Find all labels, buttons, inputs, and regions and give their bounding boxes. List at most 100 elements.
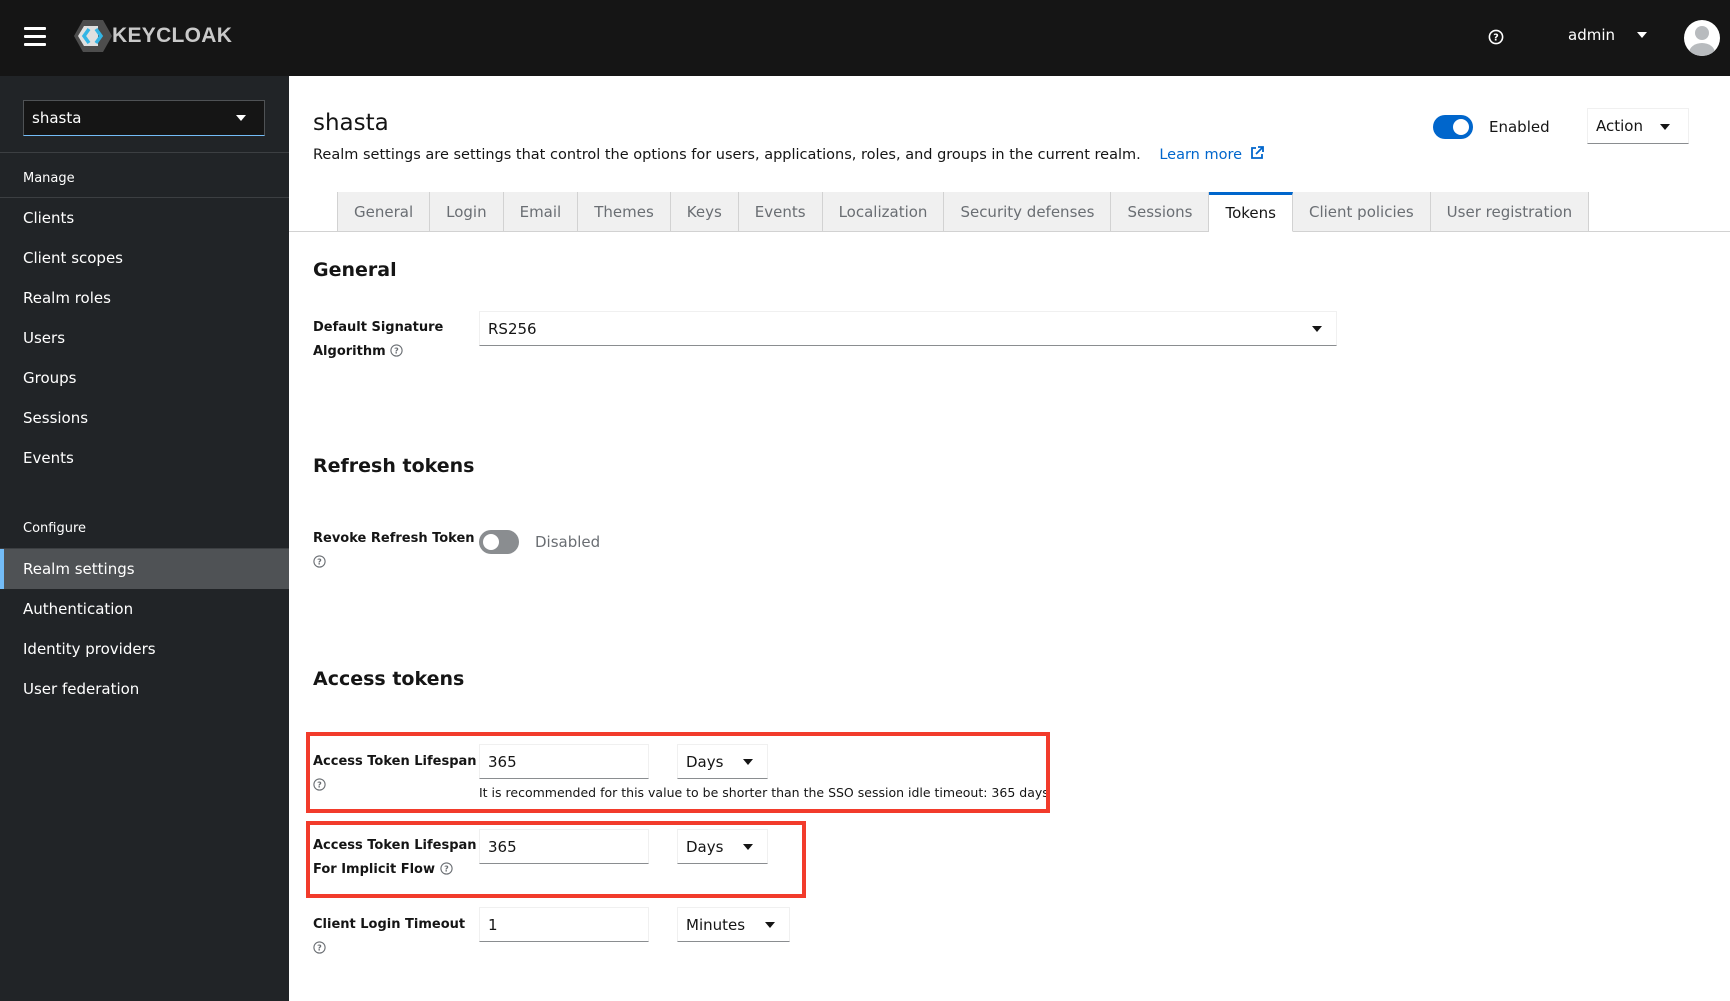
revoke-refresh-token-switch[interactable] (479, 530, 519, 554)
learn-more-link[interactable]: Learn more (1159, 146, 1264, 163)
sidebar-item-authentication[interactable]: Authentication (0, 589, 289, 629)
tab-tokens[interactable]: Tokens (1209, 192, 1293, 232)
sidebar-item-label: Realm settings (23, 560, 135, 578)
label-text: Revoke Refresh Token (313, 531, 475, 546)
tab-list: General Login Email Themes Keys Events L… (337, 192, 1590, 232)
section-title-refresh-tokens: Refresh tokens (313, 455, 475, 477)
svg-text:?: ? (444, 865, 449, 874)
realm-selector[interactable]: shasta (23, 100, 265, 136)
tab-themes[interactable]: Themes (578, 192, 671, 232)
sidebar-item-client-scopes[interactable]: Client scopes (0, 238, 289, 278)
action-dropdown[interactable]: Action (1587, 108, 1689, 144)
tab-user-registration[interactable]: User registration (1430, 192, 1590, 232)
chevron-down-icon (743, 759, 753, 765)
chevron-down-icon (1637, 32, 1647, 38)
implicit-flow-lifespan-input[interactable] (479, 829, 649, 864)
section-title-general: General (313, 259, 397, 281)
sidebar: shasta Manage Clients Client scopes Real… (0, 76, 289, 1001)
realm-enabled-switch[interactable] (1433, 115, 1473, 139)
tab-email[interactable]: Email (503, 192, 579, 232)
help-icon[interactable]: ? (390, 344, 403, 357)
external-link-icon (1250, 146, 1264, 159)
sidebar-item-label: Identity providers (23, 640, 156, 658)
sidebar-item-label: Client scopes (23, 249, 123, 267)
realm-enabled-label: Enabled (1489, 118, 1550, 136)
sidebar-item-label: Authentication (23, 600, 134, 618)
tab-sessions[interactable]: Sessions (1111, 192, 1210, 232)
help-icon[interactable]: ? (313, 555, 326, 568)
label-text: Access Token Lifespan (313, 754, 477, 769)
help-icon[interactable]: ? (439, 862, 453, 875)
user-avatar-icon (1689, 26, 1715, 56)
label-text: Algorithm (313, 344, 386, 359)
sidebar-item-realm-settings[interactable]: Realm settings (0, 549, 289, 589)
sidebar-item-label: Realm roles (23, 289, 111, 307)
realm-settings-tabs: General Login Email Themes Keys Events L… (289, 192, 1730, 232)
tab-keys[interactable]: Keys (670, 192, 739, 232)
main-content: shasta Realm settings are settings that … (289, 76, 1730, 1001)
sidebar-item-label: Clients (23, 209, 75, 227)
tab-label: Sessions (1127, 202, 1193, 221)
tab-label: General (354, 202, 414, 221)
brand-name: KEYCLOAK (112, 24, 233, 47)
tab-general[interactable]: General (337, 192, 431, 232)
sidebar-item-label: Sessions (23, 409, 89, 427)
tab-label: Security defenses (960, 202, 1095, 221)
implicit-flow-lifespan-unit-select[interactable]: Days (677, 829, 768, 864)
help-icon[interactable]: ? (313, 778, 326, 791)
chevron-down-icon (765, 922, 775, 928)
svg-text:?: ? (317, 944, 322, 953)
chevron-down-icon (1660, 124, 1670, 130)
tab-login[interactable]: Login (430, 192, 504, 232)
user-name: admin (1568, 26, 1615, 44)
tab-client-policies[interactable]: Client policies (1292, 192, 1431, 232)
default-signature-label: Default Signature Algorithm ? (313, 316, 443, 364)
tab-localization[interactable]: Localization (822, 192, 945, 232)
client-login-timeout-input[interactable] (479, 907, 649, 942)
revoke-refresh-token-switch-group: Disabled (479, 530, 600, 554)
page-description-text: Realm settings are settings that control… (313, 147, 1141, 163)
select-value: Minutes (686, 915, 746, 934)
keycloak-logo-icon (74, 20, 112, 52)
sidebar-item-groups[interactable]: Groups (0, 358, 289, 398)
tab-label: Themes (594, 202, 654, 221)
sidebar-item-realm-roles[interactable]: Realm roles (0, 278, 289, 318)
help-icon[interactable]: ? (1488, 29, 1504, 45)
realm-enabled-switch-group: Enabled (1433, 115, 1550, 139)
sidebar-item-users[interactable]: Users (0, 318, 289, 358)
chevron-down-icon (236, 115, 246, 121)
access-token-lifespan-unit-select[interactable]: Days (677, 744, 768, 779)
user-menu-toggle[interactable]: admin (1568, 26, 1647, 44)
implicit-flow-lifespan-label: Access Token Lifespan For Implicit Flow … (313, 834, 477, 882)
help-icon[interactable]: ? (313, 941, 326, 954)
page-title: shasta (313, 110, 389, 136)
sidebar-item-events[interactable]: Events (0, 438, 289, 478)
nav-section-manage: Manage (23, 171, 75, 186)
sidebar-item-identity-providers[interactable]: Identity providers (0, 629, 289, 669)
access-token-lifespan-label: Access Token Lifespan ? (313, 750, 477, 798)
sidebar-item-clients[interactable]: Clients (0, 198, 289, 238)
sidebar-item-sessions[interactable]: Sessions (0, 398, 289, 438)
masthead: KEYCLOAK ? admin (0, 0, 1730, 76)
nav-section-configure: Configure (23, 521, 87, 536)
client-login-timeout-unit-select[interactable]: Minutes (677, 907, 790, 942)
sidebar-item-user-federation[interactable]: User federation (0, 669, 289, 709)
tab-events[interactable]: Events (738, 192, 823, 232)
revoke-refresh-token-state: Disabled (535, 533, 601, 551)
keycloak-logo[interactable]: KEYCLOAK (74, 20, 232, 52)
tab-label: Keys (686, 202, 722, 221)
label-text: Client Login Timeout (313, 917, 466, 932)
tab-label: Localization (838, 202, 928, 221)
avatar[interactable] (1684, 20, 1720, 56)
client-login-timeout-label: Client Login Timeout ? (313, 913, 465, 961)
tab-security-defenses[interactable]: Security defenses (944, 192, 1112, 232)
sidebar-divider (0, 152, 289, 153)
tab-label: Email (519, 202, 562, 221)
hamburger-menu-icon[interactable] (24, 27, 46, 47)
sidebar-item-label: Users (23, 329, 66, 347)
default-signature-algorithm-select[interactable]: RS256 (479, 311, 1337, 346)
tab-label: Client policies (1308, 202, 1414, 221)
realm-selector-value: shasta (32, 109, 82, 127)
svg-text:?: ? (1493, 33, 1499, 44)
access-token-lifespan-input[interactable] (479, 744, 649, 779)
